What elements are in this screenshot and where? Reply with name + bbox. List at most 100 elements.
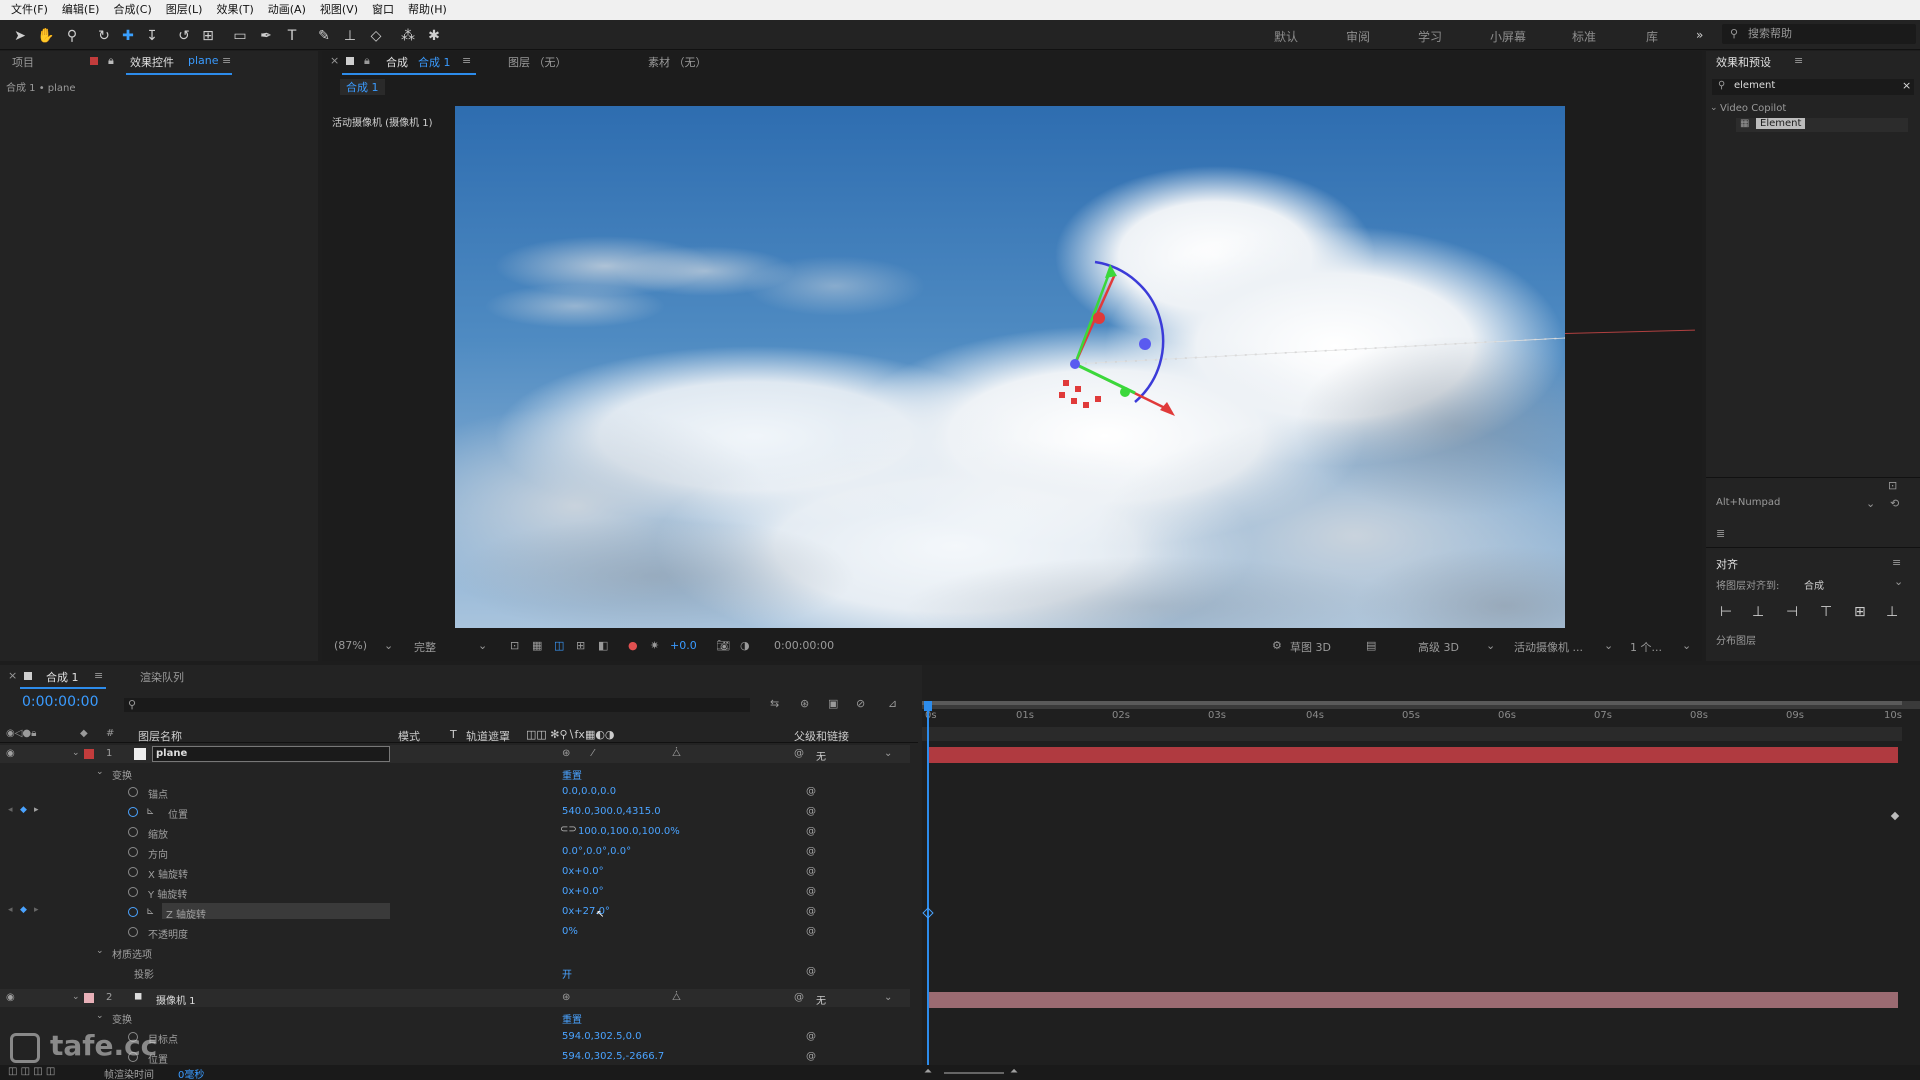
tab-composition-name[interactable]: 合成 1	[418, 54, 451, 70]
chevron-down-icon[interactable]: ⌄	[384, 639, 393, 652]
keyframe-add-icon[interactable]: ◆	[20, 905, 27, 915]
layer-label-color[interactable]	[84, 993, 94, 1003]
roto-brush-tool-icon[interactable]: ⁂	[398, 26, 418, 46]
effects-presets-title[interactable]: 效果和预设	[1716, 54, 1771, 70]
hand-tool-icon[interactable]: ✋	[36, 26, 56, 46]
reset-icon[interactable]: ⟲	[1890, 497, 1899, 510]
col-t[interactable]: T	[450, 728, 457, 741]
pickwhip-icon[interactable]: @	[806, 786, 816, 797]
property-value-camera-position[interactable]: 594.0,302.5,-2666.7	[562, 1051, 664, 1062]
layer-search-field[interactable]: ⚲	[124, 698, 750, 712]
constrain-proportions-icon[interactable]: ⊂⊃	[560, 824, 577, 835]
align-to-value[interactable]: 合成	[1804, 577, 1824, 592]
align-bottom-icon[interactable]: ⊥	[1886, 604, 1898, 620]
chevron-down-icon[interactable]: ⌄	[1604, 639, 1613, 652]
pickwhip-icon[interactable]: @	[806, 906, 816, 917]
current-time-display[interactable]: 0:00:00:00	[22, 694, 99, 710]
color-management-icon[interactable]: ●	[628, 639, 638, 652]
brush-tool-icon[interactable]: ✎	[314, 26, 334, 46]
keyframe-add-icon[interactable]: ◆	[20, 805, 27, 815]
category-chevron-icon[interactable]: ⌄	[1710, 103, 1718, 113]
stopwatch-icon[interactable]	[128, 867, 138, 877]
transform-group[interactable]: 变换	[112, 767, 132, 782]
chevron-down-icon[interactable]: ⌄	[884, 748, 892, 759]
chevron-down-icon[interactable]: ⌄	[884, 992, 892, 1003]
expand-chevron-icon[interactable]: ⌄	[96, 767, 104, 777]
menu-edit[interactable]: 编辑(E)	[55, 0, 107, 20]
pickwhip-icon[interactable]: @	[806, 1031, 816, 1042]
lock-icon[interactable]: 🔒︎	[108, 54, 114, 68]
3d-gizmo-overlay[interactable]	[455, 106, 1565, 628]
keyframe-nav-next-icon[interactable]: ▸	[34, 805, 39, 815]
property-value-cast-shadows[interactable]: 开	[562, 966, 572, 981]
chevron-down-icon[interactable]: ⌄	[1682, 639, 1691, 652]
col-parent-link[interactable]: 父级和链接	[794, 728, 849, 744]
eraser-tool-icon[interactable]: ◇	[366, 26, 386, 46]
pen-tool-icon[interactable]: ✒	[256, 26, 276, 46]
align-top-icon[interactable]: ⊤	[1820, 604, 1832, 620]
dolly-tool-icon[interactable]: ↧	[142, 26, 162, 46]
new-preset-icon[interactable]: ⊡	[1888, 479, 1897, 492]
stopwatch-icon[interactable]	[128, 827, 138, 837]
composition-viewport[interactable]	[455, 106, 1565, 628]
menu-animation[interactable]: 动画(A)	[261, 0, 313, 20]
puppet-tool-icon[interactable]: ✱	[424, 26, 444, 46]
mask-visibility-icon[interactable]: ◫	[554, 639, 564, 652]
property-value-opacity[interactable]: 0%	[562, 926, 578, 937]
transform-reset-link[interactable]: 重置	[562, 767, 582, 782]
panel-menu-icon[interactable]: ≡	[1794, 54, 1803, 67]
time-graph-area[interactable]: 0s 01s 02s 03s 04s 05s 06s 07s 08s 09s 1…	[922, 665, 1920, 1080]
quality-switch-icon[interactable]: ⁄	[592, 748, 594, 759]
layer-row-camera[interactable]: ◉ ⌄ 2 ◼ 摄像机 1 ⊛ ⧊ @ 无 ⌄	[0, 989, 910, 1007]
property-value-orientation[interactable]: 0.0°,0.0°,0.0°	[562, 846, 631, 857]
region-of-interest-icon[interactable]: ⊡	[510, 639, 519, 652]
shy-switch-icon[interactable]: ⊛	[562, 748, 570, 759]
keyframe-nav-prev-icon[interactable]: ◂	[8, 905, 13, 915]
keyframe-nav-prev-icon[interactable]: ◂	[8, 805, 13, 815]
pickwhip-icon[interactable]: @	[794, 992, 804, 1003]
view-dropdown[interactable]: 活动摄像机 ...	[1514, 639, 1583, 655]
menu-help[interactable]: 帮助(H)	[401, 0, 454, 20]
property-value-scale[interactable]: 100.0,100.0,100.0%	[578, 826, 680, 837]
lock-icon[interactable]: 🔒︎	[364, 54, 370, 68]
close-tab-icon[interactable]: ×	[330, 54, 339, 67]
workspace-libraries[interactable]: 库	[1646, 28, 1658, 45]
chevron-down-icon[interactable]: ⌄	[478, 639, 487, 652]
pickwhip-icon[interactable]: @	[806, 886, 816, 897]
renderer-icon[interactable]: ⚙	[1272, 639, 1282, 652]
graph-icon[interactable]: ⊾	[146, 906, 154, 917]
viewer-timecode[interactable]: 0:00:00:00	[774, 639, 834, 652]
tab-footage[interactable]: 素材 （无）	[648, 54, 707, 70]
layer-name[interactable]: plane	[156, 748, 187, 759]
menu-window[interactable]: 窗口	[365, 0, 401, 20]
layer-label-color[interactable]	[84, 749, 94, 759]
extended-viewer-icon[interactable]: ▤	[1366, 639, 1376, 652]
layer-name-field[interactable]	[152, 746, 390, 762]
renderer-dropdown[interactable]: 高级 3D	[1418, 639, 1459, 655]
align-panel-title[interactable]: 对齐	[1716, 556, 1738, 572]
layer-name[interactable]: 摄像机 1	[156, 992, 196, 1007]
chevron-down-icon[interactable]: ⌄	[1894, 575, 1903, 588]
expand-chevron-icon[interactable]: ⌄	[72, 992, 80, 1002]
text-tool-icon[interactable]: T	[282, 26, 302, 46]
stopwatch-icon[interactable]	[128, 807, 138, 817]
tab-layer[interactable]: 图层 （无）	[508, 54, 567, 70]
magnification-dropdown[interactable]: (87%)	[334, 639, 367, 652]
keyframe-nav-next-icon[interactable]: ▸	[34, 905, 39, 915]
menu-layer[interactable]: 图层(L)	[159, 0, 210, 20]
eye-icon[interactable]: ◉	[6, 992, 15, 1003]
panel-menu-icon[interactable]: ≡	[1892, 556, 1901, 569]
property-value-y-rotation[interactable]: 0x+0.0°	[562, 886, 604, 897]
exposure-value[interactable]: +0.0	[670, 639, 697, 652]
transform-reset-link[interactable]: 重置	[562, 1011, 582, 1026]
zoom-in-icon[interactable]: ⏶	[1010, 1066, 1018, 1077]
parent-value[interactable]: 无	[816, 992, 826, 1007]
playhead-handle[interactable]	[924, 701, 932, 711]
panel-menu-icon[interactable]: ≡	[222, 54, 231, 67]
status-toggle-icons[interactable]: ◫ ◫ ◫ ◫	[8, 1066, 55, 1077]
graph-icon[interactable]: ⊾	[146, 806, 154, 817]
menu-file[interactable]: 文件(F)	[4, 0, 55, 20]
tab-composition-label[interactable]: 合成	[386, 54, 408, 70]
pickwhip-icon[interactable]: @	[806, 1051, 816, 1062]
menu-view[interactable]: 视图(V)	[313, 0, 365, 20]
